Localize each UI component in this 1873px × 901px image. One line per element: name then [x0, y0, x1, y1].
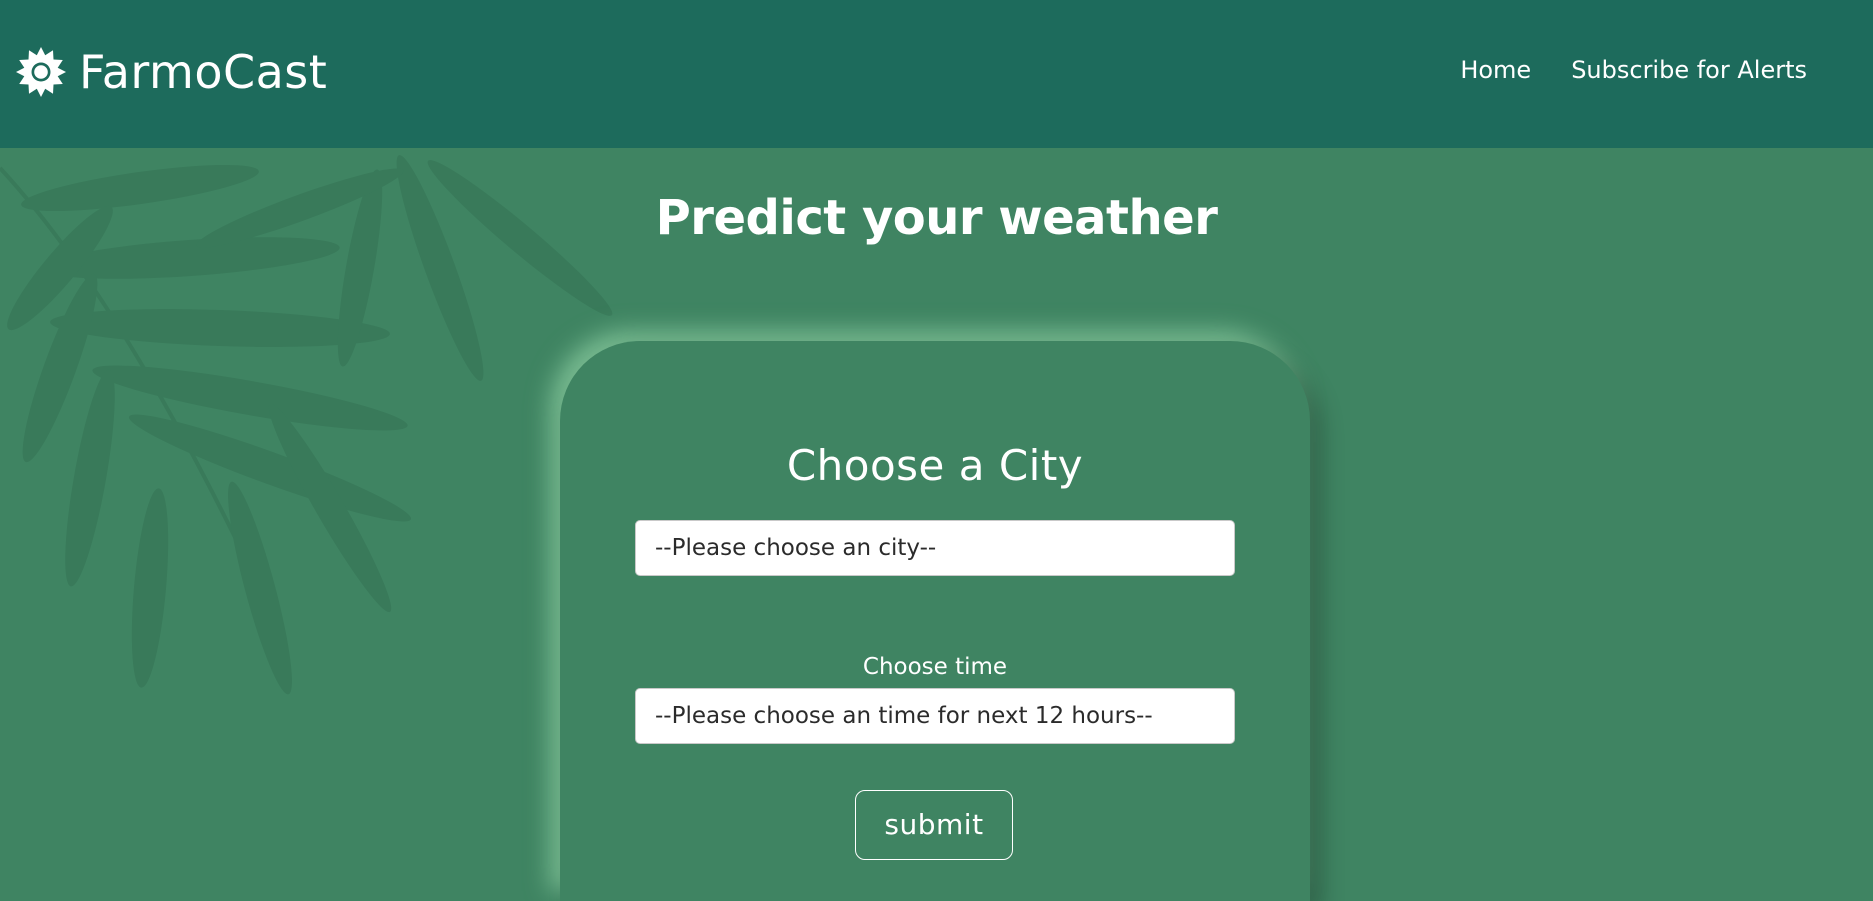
choose-time-label: Choose time [862, 654, 1008, 680]
nav-subscribe-alerts-link[interactable]: Subscribe for Alerts [1571, 56, 1807, 84]
sun-icon [16, 47, 66, 97]
page-title: Predict your weather [655, 190, 1218, 246]
time-select[interactable]: --Please choose an time for next 12 hour… [635, 688, 1235, 744]
submit-button[interactable]: submit [855, 790, 1013, 860]
city-select[interactable]: --Please choose an city-- [635, 520, 1235, 576]
brand[interactable]: FarmoCast [16, 44, 327, 100]
main-nav: Home Subscribe for Alerts [1420, 56, 1807, 84]
choose-city-heading: Choose a City [786, 441, 1084, 490]
top-navbar: FarmoCast Home Subscribe for Alerts [0, 0, 1873, 148]
weather-form-card: Choose a City --Please choose an city-- … [560, 341, 1310, 901]
nav-home-link[interactable]: Home [1460, 56, 1531, 84]
brand-name: FarmoCast [79, 45, 328, 99]
